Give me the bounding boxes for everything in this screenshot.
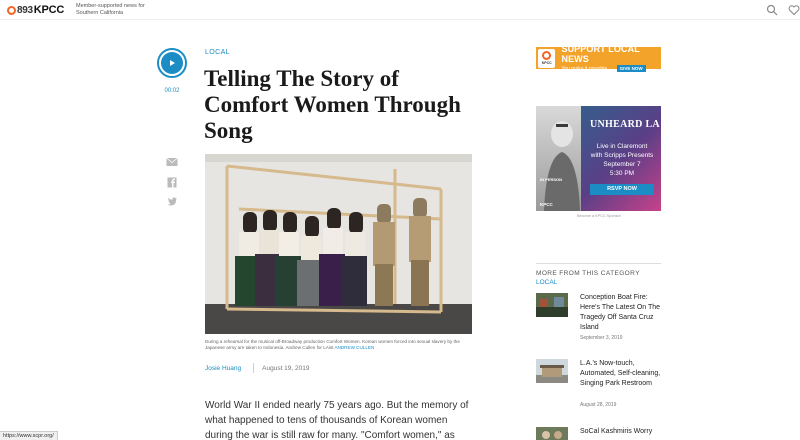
story-thumbnail: [536, 359, 568, 383]
article-title: Telling The Story of Comfort Women Throu…: [204, 66, 461, 143]
give-now-button[interactable]: GIVE NOW: [616, 65, 646, 72]
play-icon: [161, 52, 183, 74]
byline: Josie Huang August 19, 2019: [205, 363, 310, 373]
facebook-icon[interactable]: [166, 177, 178, 188]
in-person-label: IN PERSON: [540, 177, 563, 182]
event-presenter: with Scripps Presents: [590, 152, 654, 159]
event-ad-banner[interactable]: UNHEARD LA Live in Claremont with Scripp…: [536, 106, 661, 211]
caption-text: During a rehearsal for the musical off-B…: [205, 339, 460, 350]
site-tagline: Member-supported news for Southern Calif…: [76, 3, 145, 16]
list-item[interactable]: L.A.'s Now-touch, Automated, Self-cleani…: [536, 359, 661, 411]
support-ad-banner[interactable]: KPCC SUPPORT LOCAL NEWS You make it poss…: [536, 44, 661, 72]
twitter-icon[interactable]: [166, 196, 178, 207]
story-title[interactable]: SoCal Kashmiris Worry: [580, 427, 662, 437]
event-time: 5:30 PM: [609, 170, 635, 177]
logo-circle-icon: [7, 5, 16, 15]
event-location: Live in Claremont: [596, 143, 648, 150]
site-header: 893 KPCC Member-supported news for South…: [0, 0, 800, 20]
ad-headline: SUPPORT LOCAL NEWS: [561, 44, 640, 64]
event-date: September 7: [603, 161, 641, 168]
section-label[interactable]: LOCAL: [205, 49, 230, 56]
audio-play-button[interactable]: [157, 48, 187, 78]
story-date: September 3, 2019: [580, 335, 623, 341]
event-brand: KPCC: [540, 202, 553, 207]
photo-credit-link[interactable]: ANDREW CULLEN: [334, 345, 374, 350]
status-bar-url: https://www.scpr.org/: [0, 431, 58, 440]
rsvp-button[interactable]: RSVP NOW: [590, 184, 654, 195]
ad-subtext: You make it possible.: [561, 65, 609, 72]
story-date: August 28, 2019: [580, 402, 617, 408]
more-heading: MORE FROM THIS CATEGORY: [536, 270, 640, 277]
story-title[interactable]: Conception Boat Fire: Here's The Latest …: [580, 293, 662, 333]
author-link[interactable]: Josie Huang: [205, 365, 241, 372]
ad-text-block: SUPPORT LOCAL NEWS You make it possible.…: [561, 44, 661, 72]
logo-frequency: 893: [17, 4, 33, 16]
more-category-link[interactable]: LOCAL: [536, 279, 557, 286]
ad-logo-text: KPCC: [541, 61, 552, 65]
hero-image: [205, 154, 472, 334]
story-thumbnail: [536, 427, 568, 440]
sponsor-link[interactable]: Become a KPCC Sponsor: [577, 214, 621, 218]
article-body: World War II ended nearly 75 years ago. …: [205, 400, 469, 440]
byline-divider: [253, 363, 255, 373]
logo-circle-icon: [542, 51, 552, 60]
publish-date: August 19, 2019: [262, 364, 310, 372]
story-title[interactable]: L.A.'s Now-touch, Automated, Self-cleani…: [580, 359, 662, 389]
logo-name: KPCC: [33, 4, 65, 16]
event-title: UNHEARD LA: [590, 119, 660, 130]
heart-icon[interactable]: [788, 4, 800, 16]
ad-subline: You make it possible. GIVE NOW: [561, 65, 661, 72]
list-item[interactable]: SoCal Kashmiris Worry: [536, 427, 661, 440]
image-caption: During a rehearsal for the musical off-B…: [205, 339, 472, 350]
speaker-portrait: [536, 106, 581, 211]
story-thumbnail: [536, 293, 568, 317]
kpcc-logo[interactable]: 893 KPCC: [7, 4, 64, 16]
kpcc-ad-logo: KPCC: [538, 48, 556, 68]
list-item[interactable]: Conception Boat Fire: Here's The Latest …: [536, 293, 661, 343]
section-divider: [536, 263, 661, 264]
audio-time: 00:02: [164, 88, 180, 94]
email-icon[interactable]: [166, 157, 178, 168]
search-icon[interactable]: [766, 4, 778, 16]
